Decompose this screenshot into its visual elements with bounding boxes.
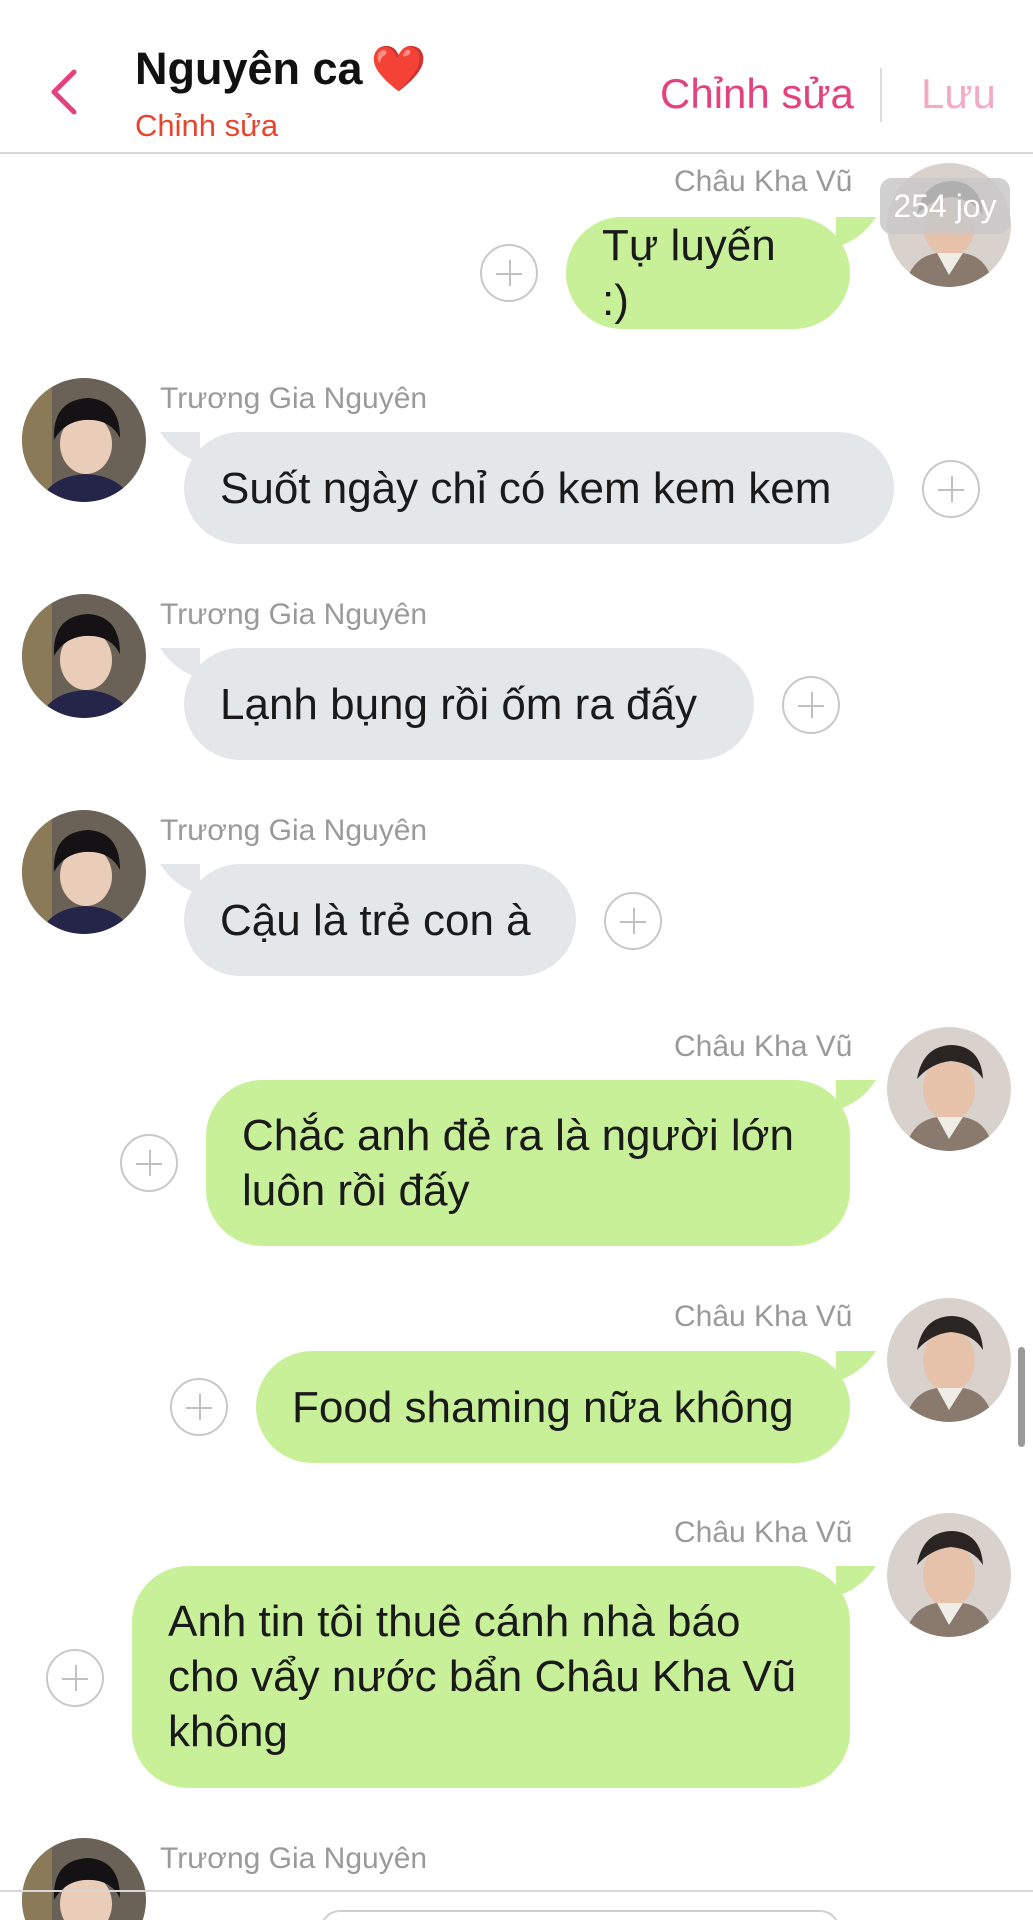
chevron-left-icon[interactable] [44,66,84,118]
message-text: Cậu là trẻ con à [220,895,531,945]
add-reaction-button[interactable] [120,1134,178,1192]
sender-name: Trương Gia Nguyên [160,1842,428,1875]
sender-name: Châu Kha Vũ [674,1030,853,1063]
sender-name: Châu Kha Vũ [674,1516,853,1549]
add-reaction-button[interactable] [170,1378,228,1436]
message-input[interactable] [320,1910,840,1920]
message-bubble[interactable]: Anh tin tôi thuê cánh nhà báo cho vẩy nư… [132,1566,850,1788]
message-text: Chắc anh đẻ ra là người lớn luôn rồi đấy [242,1111,794,1215]
save-button[interactable]: Lưu [921,70,996,118]
add-reaction-button[interactable] [922,460,980,518]
sender-name: Trương Gia Nguyên [160,382,428,415]
avatar[interactable] [887,1513,1011,1637]
bubble-tail [836,1080,876,1110]
add-reaction-button[interactable] [604,892,662,950]
sender-name: Trương Gia Nguyên [160,598,428,631]
message-text: Tự luyến :) [602,221,776,325]
avatar[interactable] [22,1838,146,1920]
add-reaction-button[interactable] [480,244,538,302]
message-bubble[interactable]: Suốt ngày chỉ có kem kem kem [184,432,894,544]
avatar[interactable] [887,1298,1011,1422]
header-divider [880,68,882,122]
message-text: Food shaming nữa không [292,1382,794,1432]
bubble-tail [836,1566,876,1596]
sender-name: Châu Kha Vũ [674,165,853,198]
avatar[interactable] [22,594,146,718]
chat-header: Nguyên ca ❤️ Chỉnh sửa Chỉnh sửa Lưu [0,0,1033,154]
sender-name: Châu Kha Vũ [674,1300,853,1333]
heart-icon: ❤️ [370,43,427,94]
chat-title: Nguyên ca ❤️ [135,42,427,95]
bubble-tail [836,217,876,247]
message-text: Lạnh bụng rồi ốm ra đấy [220,679,697,729]
message-bubble[interactable]: Food shaming nữa không [256,1351,850,1463]
edit-button[interactable]: Chỉnh sửa [660,70,854,118]
add-reaction-button[interactable] [782,676,840,734]
joy-badge: 254 joy [880,178,1010,234]
message-text: Suốt ngày chỉ có kem kem kem [220,463,832,513]
message-bubble[interactable]: Lạnh bụng rồi ốm ra đấy [184,648,754,760]
avatar[interactable] [22,378,146,502]
scrollbar[interactable] [1018,1347,1025,1447]
chat-title-text: Nguyên ca [135,43,363,94]
message-bubble[interactable]: Cậu là trẻ con à [184,864,576,976]
input-divider [0,1890,1033,1892]
sender-name: Trương Gia Nguyên [160,814,428,847]
avatar[interactable] [887,1027,1011,1151]
bubble-tail [836,1351,876,1381]
add-reaction-button[interactable] [46,1649,104,1707]
message-bubble[interactable]: Chắc anh đẻ ra là người lớn luôn rồi đấy [206,1080,850,1246]
avatar[interactable] [22,810,146,934]
chat-subtitle: Chỉnh sửa [135,108,279,143]
message-text: Anh tin tôi thuê cánh nhà báo cho vẩy nư… [168,1597,797,1756]
message-bubble[interactable]: Tự luyến :) [566,217,850,329]
